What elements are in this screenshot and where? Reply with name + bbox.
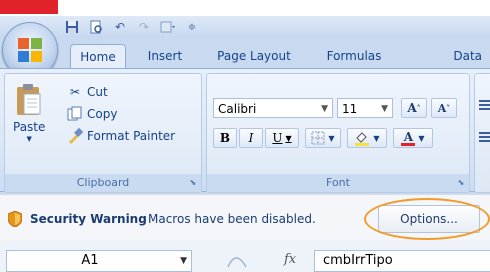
format-painter-button[interactable]: Format Painter — [67, 128, 175, 144]
scissors-icon: ✂ — [69, 85, 81, 99]
fill-color-button[interactable]: ▼ — [347, 128, 387, 148]
cancel-enter-icon[interactable] — [226, 253, 248, 269]
formula-input[interactable]: cmbIrrTipo — [314, 250, 490, 272]
align-lines-icon[interactable] — [479, 100, 490, 102]
redo-icon[interactable]: ↷ — [134, 18, 154, 36]
bold-button[interactable]: B — [213, 128, 237, 148]
font-name-combo[interactable]: Calibri ▼ — [213, 98, 333, 118]
office-logo-icon — [18, 38, 42, 62]
shrink-font-button[interactable]: A ˅ — [431, 98, 457, 118]
chevron-down-icon[interactable]: ▼ — [180, 251, 187, 271]
tab-formulas[interactable]: Formulas — [314, 44, 394, 68]
underline-button[interactable]: U ▼ — [265, 128, 299, 148]
copy-label: Copy — [87, 107, 118, 121]
cut-button[interactable]: ✂ Cut — [67, 84, 108, 100]
ribbon: Paste ▼ ✂ Cut Copy Format Painter Clipbo… — [0, 68, 490, 193]
italic-button[interactable]: I — [239, 128, 263, 148]
highlight-circle — [364, 198, 490, 240]
ribbon-tabs: Home Insert Page Layout Formulas Data — [58, 40, 490, 69]
paste-label: Paste — [13, 120, 46, 134]
tab-page-layout[interactable]: Page Layout — [206, 44, 302, 68]
paste-button[interactable]: Paste ▼ — [13, 82, 46, 143]
title-strip — [0, 0, 490, 16]
grow-font-button[interactable]: A ˄ — [401, 98, 427, 118]
name-box[interactable]: A1 ▼ — [6, 250, 192, 272]
save-icon[interactable] — [62, 18, 82, 36]
copy-button[interactable]: Copy — [67, 106, 117, 122]
tab-data[interactable]: Data — [408, 44, 488, 68]
font-size-value: 11 — [342, 102, 358, 116]
font-name-value: Calibri — [218, 102, 257, 116]
font-group-label: Font — [207, 174, 469, 192]
shrink-font-label: A — [437, 101, 447, 115]
more-icon[interactable]: ≑ — [182, 18, 202, 36]
paste-dropdown-icon[interactable]: ▼ — [27, 136, 32, 143]
insert-function-icon[interactable]: fx — [284, 252, 296, 267]
clipboard-group: Paste ▼ ✂ Cut Copy Format Painter Clipbo… — [4, 73, 202, 193]
format-painter-icon — [67, 128, 83, 144]
formula-buttons: fx — [204, 250, 314, 272]
borders-icon — [311, 131, 325, 145]
clipboard-group-label: Clipboard — [5, 174, 201, 192]
shield-warning-icon — [8, 211, 22, 227]
font-dialog-launcher-icon[interactable]: ⬊ — [456, 178, 466, 188]
cut-label: Cut — [87, 85, 108, 99]
format-painter-label: Format Painter — [87, 129, 176, 143]
print-preview-icon[interactable] — [86, 18, 106, 36]
quick-access-toolbar: ↶ ↷ ≑ — [62, 17, 202, 37]
copy-icon — [67, 106, 83, 122]
customize-icon[interactable] — [158, 18, 178, 36]
font-size-combo[interactable]: 11 ▼ — [337, 98, 393, 118]
font-color-icon: A — [401, 131, 416, 146]
undo-icon[interactable]: ↶ — [110, 18, 130, 36]
name-box-value: A1 — [81, 253, 99, 268]
align-lines-icon[interactable] — [479, 132, 490, 134]
title-strip-accent — [0, 0, 58, 14]
tab-insert[interactable]: Insert — [138, 44, 192, 68]
alignment-group — [474, 73, 490, 193]
tab-home[interactable]: Home — [70, 44, 126, 69]
security-warning-title: Security Warning — [30, 212, 147, 226]
chevron-down-icon[interactable]: ▼ — [381, 99, 388, 119]
clipboard-dialog-launcher-icon[interactable]: ⬊ — [188, 178, 198, 188]
font-color-button[interactable]: A ▼ — [393, 128, 433, 148]
underline-label: U — [272, 131, 283, 145]
grow-font-label: A — [407, 101, 417, 115]
security-warning-message: Macros have been disabled. — [148, 212, 316, 226]
paste-icon — [17, 84, 41, 115]
borders-button[interactable]: ▼ — [305, 128, 341, 148]
fill-color-icon — [355, 132, 370, 146]
chevron-down-icon[interactable]: ▼ — [321, 99, 328, 119]
font-group: Calibri ▼ 11 ▼ A ˄ A ˅ B I U ▼ ▼ ▼ A ▼ F… — [206, 73, 470, 193]
